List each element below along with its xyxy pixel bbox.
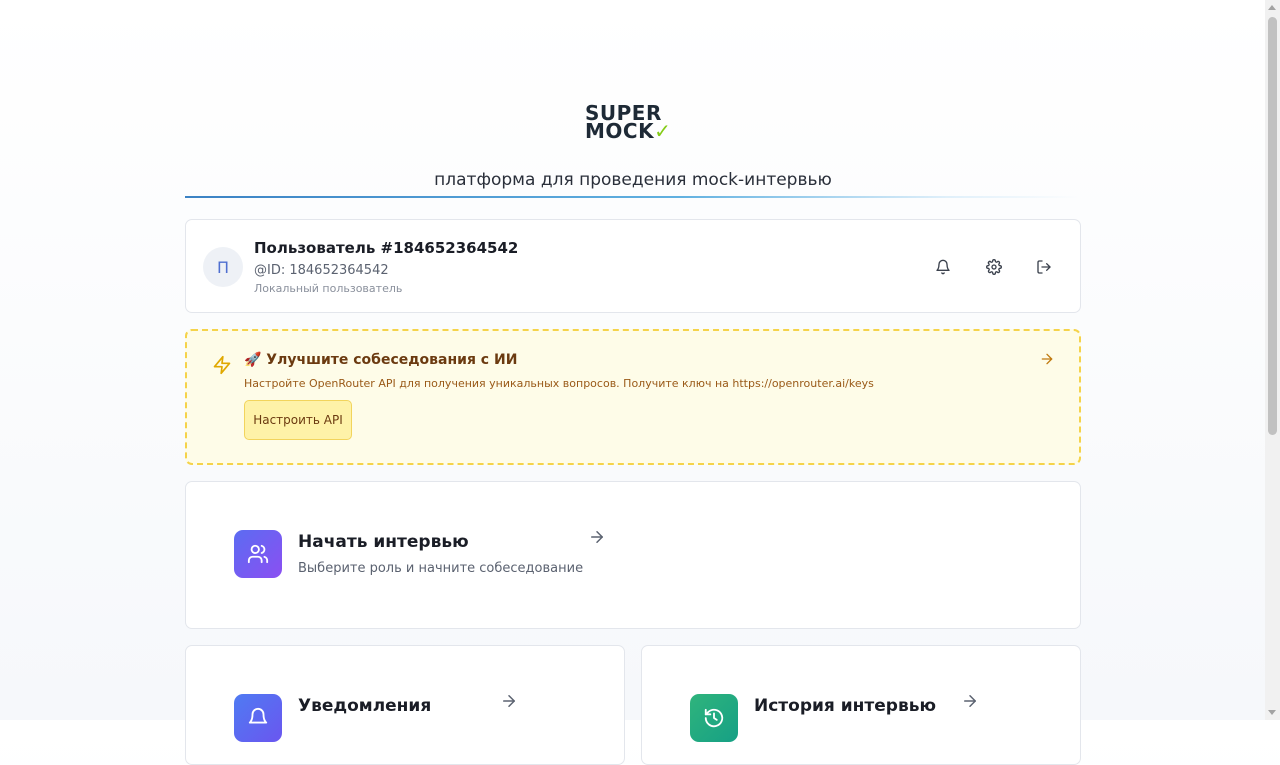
avatar: П	[203, 247, 243, 287]
page-scrollbar[interactable]	[1265, 0, 1280, 720]
tagline-underline	[185, 196, 1081, 198]
tagline: платформа для проведения mock-интервью	[434, 170, 832, 190]
bell-icon	[936, 259, 950, 275]
users-icon-tile	[234, 530, 282, 578]
gear-icon	[986, 259, 1002, 275]
history-icon-tile	[690, 694, 738, 742]
history-card[interactable]: История интервью	[641, 645, 1081, 765]
scrollbar-thumb[interactable]	[1268, 17, 1277, 435]
api-setup-banner: 🚀 Улучшите собеседования с ИИ Настройте …	[185, 329, 1081, 465]
scroll-down-arrow[interactable]	[1268, 710, 1276, 715]
notifications-button[interactable]	[932, 256, 954, 278]
history-icon	[704, 708, 724, 728]
start-interview-card[interactable]: Начать интервью Выберите роль и начните …	[185, 481, 1081, 629]
logout-icon	[1037, 260, 1051, 274]
bell-icon-tile	[234, 694, 282, 742]
scroll-up-arrow[interactable]	[1268, 5, 1276, 10]
api-banner-title: 🚀 Улучшите собеседования с ИИ	[244, 352, 518, 368]
settings-button[interactable]	[983, 256, 1005, 278]
users-icon	[247, 544, 269, 564]
arrow-right-icon[interactable]	[961, 692, 979, 710]
notifications-card[interactable]: Уведомления	[185, 645, 625, 765]
arrow-right-icon[interactable]	[1039, 351, 1055, 367]
user-type: Локальный пользователь	[254, 282, 403, 295]
configure-api-button[interactable]: Настроить API	[244, 400, 352, 440]
arrow-right-icon[interactable]	[500, 692, 518, 710]
history-title: История интервью	[754, 696, 936, 716]
start-interview-title: Начать интервью	[298, 532, 469, 552]
user-card: П Пользователь #184652364542 @ID: 184652…	[185, 219, 1081, 313]
logo-line-2: MOCK	[585, 119, 655, 143]
user-id: @ID: 184652364542	[254, 263, 389, 278]
start-interview-subtitle: Выберите роль и начните собеседование	[298, 561, 584, 576]
api-banner-description: Настройте OpenRouter API для получения у…	[244, 377, 874, 390]
user-name: Пользователь #184652364542	[254, 239, 519, 257]
lightning-icon	[213, 355, 231, 375]
arrow-right-icon[interactable]	[588, 528, 606, 546]
notifications-title: Уведомления	[298, 696, 432, 716]
logout-button[interactable]	[1033, 256, 1055, 278]
supermock-logo: SUPER MOCK✓	[585, 103, 685, 146]
bell-icon	[248, 708, 268, 724]
check-icon: ✓	[654, 119, 672, 143]
